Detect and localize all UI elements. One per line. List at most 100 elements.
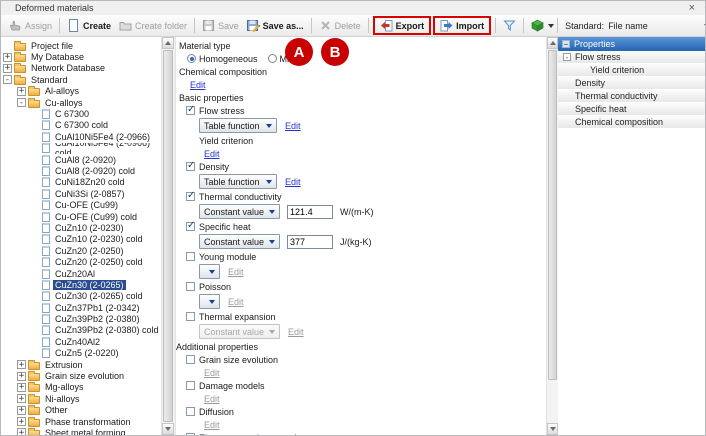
scroll-up-icon[interactable] bbox=[547, 37, 558, 49]
tree-item-project-file[interactable]: Project file bbox=[1, 40, 161, 51]
scroll-down-icon[interactable] bbox=[547, 423, 558, 435]
tree-item-cu-ofe-cu99-cold[interactable]: Cu-OFE (Cu99) cold bbox=[1, 211, 161, 222]
checkbox[interactable] bbox=[186, 222, 195, 231]
radio-homogeneous[interactable] bbox=[187, 54, 196, 63]
close-icon[interactable]: × bbox=[689, 2, 695, 14]
edit-link[interactable]: Edit bbox=[190, 80, 206, 90]
edit-link[interactable]: Edit bbox=[285, 177, 301, 187]
material-db-icon[interactable] bbox=[531, 19, 544, 32]
value-type-dropdown[interactable]: Constant value bbox=[199, 234, 280, 249]
value-type-dropdown[interactable] bbox=[199, 294, 220, 309]
property-row-specific-heat[interactable]: Specific heat bbox=[558, 103, 705, 116]
expand-icon[interactable]: + bbox=[17, 394, 26, 403]
tree-item-cual10ni5fe4-2-0966-cold[interactable]: CuAl10Ni5Fe4 (2-0966) cold bbox=[1, 143, 161, 154]
checkbox[interactable] bbox=[186, 162, 195, 171]
tree-item-cuzn5-2-0220-[interactable]: CuZn5 (2-0220) bbox=[1, 348, 161, 359]
tree-item-cuzn39pb2-2-0380-[interactable]: CuZn39Pb2 (2-0380) bbox=[1, 313, 161, 324]
checkbox[interactable] bbox=[186, 192, 195, 201]
checkbox[interactable] bbox=[186, 282, 195, 291]
tree-scrollbar-thumb[interactable] bbox=[163, 50, 173, 422]
tree-item-ni-alloys[interactable]: +Ni-alloys bbox=[1, 393, 161, 404]
tree-item-cuzn20-2-0250-cold[interactable]: CuZn20 (2-0250) cold bbox=[1, 256, 161, 267]
checkbox[interactable] bbox=[186, 252, 195, 261]
tree-item-mg-alloys[interactable]: +Mg-alloys bbox=[1, 382, 161, 393]
property-row-density[interactable]: Density bbox=[558, 77, 705, 90]
checkbox[interactable] bbox=[186, 106, 195, 115]
scroll-up-icon[interactable] bbox=[162, 37, 174, 49]
tree-item-other[interactable]: +Other bbox=[1, 405, 161, 416]
form-scrollbar-thumb[interactable] bbox=[548, 50, 557, 380]
edit-link[interactable]: Edit bbox=[285, 121, 301, 131]
checkbox[interactable] bbox=[186, 312, 195, 321]
tree-item-cu-alloys[interactable]: -Cu-alloys bbox=[1, 97, 161, 108]
value-type-dropdown[interactable] bbox=[199, 264, 220, 279]
tree-item-cuzn40al2[interactable]: CuZn40Al2 bbox=[1, 336, 161, 347]
value-type-dropdown[interactable]: Table function bbox=[199, 118, 277, 133]
tree-item-cual10ni5fe4-2-0966-[interactable]: CuAl10Ni5Fe4 (2-0966) bbox=[1, 131, 161, 142]
import-button[interactable]: Import bbox=[436, 18, 488, 33]
tree-item-network-database[interactable]: +Network Database bbox=[1, 63, 161, 74]
value-type-dropdown[interactable]: Table function bbox=[199, 174, 277, 189]
checkbox[interactable] bbox=[186, 433, 195, 435]
export-button[interactable]: Export bbox=[376, 18, 429, 33]
tree-item-cuzn30-2-0265-cold[interactable]: CuZn30 (2-0265) cold bbox=[1, 291, 161, 302]
tree-item-extrusion[interactable]: +Extrusion bbox=[1, 359, 161, 370]
expand-icon[interactable]: + bbox=[17, 406, 26, 415]
tree-item-cuzn10-2-0230-cold[interactable]: CuZn10 (2-0230) cold bbox=[1, 234, 161, 245]
tree-item-phase-transformation[interactable]: +Phase transformation bbox=[1, 416, 161, 427]
radio-mixture[interactable] bbox=[268, 54, 277, 63]
tree-item-standard[interactable]: -Standard bbox=[1, 74, 161, 85]
collapse-icon[interactable]: - bbox=[563, 53, 571, 61]
tree-item-c-67300[interactable]: C 67300 bbox=[1, 108, 161, 119]
form-scrollbar[interactable] bbox=[546, 37, 558, 435]
filter-icon[interactable] bbox=[503, 19, 516, 32]
collapse-icon[interactable]: - bbox=[3, 75, 12, 84]
property-row-flow-stress[interactable]: -Flow stress bbox=[558, 51, 705, 64]
edit-link: Edit bbox=[288, 327, 304, 337]
edit-link[interactable]: Edit bbox=[204, 149, 220, 159]
tree-item-my-database[interactable]: +My Database bbox=[1, 51, 161, 62]
standard-combobox[interactable]: Standard:File name bbox=[565, 21, 706, 31]
tree-item-cuzn10-2-0230-[interactable]: CuZn10 (2-0230) bbox=[1, 222, 161, 233]
tree-item-cu-ofe-cu99-[interactable]: Cu-OFE (Cu99) bbox=[1, 199, 161, 210]
tree-item-cuzn37pb1-2-0342-[interactable]: CuZn37Pb1 (2-0342) bbox=[1, 302, 161, 313]
expand-icon[interactable]: + bbox=[3, 64, 12, 73]
tree-item-c-67300-cold[interactable]: C 67300 cold bbox=[1, 120, 161, 131]
property-row-thermal-conductivity[interactable]: Thermal conductivity bbox=[558, 90, 705, 103]
tree-item-cual8-2-0920-[interactable]: CuAl8 (2-0920) bbox=[1, 154, 161, 165]
checkbox[interactable] bbox=[186, 407, 195, 416]
tree-item-cual8-2-0920-cold[interactable]: CuAl8 (2-0920) cold bbox=[1, 165, 161, 176]
expand-icon[interactable]: + bbox=[17, 417, 26, 426]
value-type-dropdown[interactable]: Constant value bbox=[199, 204, 280, 219]
tree-item-grain-size-evolution[interactable]: +Grain size evolution bbox=[1, 370, 161, 381]
collapse-icon[interactable]: − bbox=[562, 40, 570, 48]
expand-icon[interactable]: + bbox=[17, 383, 26, 392]
value-input[interactable] bbox=[287, 205, 333, 219]
expand-icon[interactable]: + bbox=[17, 360, 26, 369]
chevron-down-icon[interactable] bbox=[548, 24, 554, 28]
checkbox-row-electromagnetic-properties: Electromagnetic properties bbox=[176, 431, 546, 435]
checkbox[interactable] bbox=[186, 355, 195, 364]
expand-icon[interactable]: + bbox=[17, 372, 26, 381]
tree-item-sheet-metal-forming[interactable]: +Sheet metal forming bbox=[1, 427, 161, 435]
scroll-down-icon[interactable] bbox=[162, 423, 174, 435]
value-input[interactable] bbox=[287, 235, 333, 249]
tree-item-cuzn30-2-0265-[interactable]: CuZn30 (2-0265) bbox=[1, 279, 161, 290]
tree-item-cuzn20al[interactable]: CuZn20Al bbox=[1, 268, 161, 279]
tree-item-al-alloys[interactable]: +Al-alloys bbox=[1, 86, 161, 97]
expand-icon[interactable]: + bbox=[3, 53, 12, 62]
collapse-icon[interactable]: - bbox=[17, 98, 26, 107]
save-as-button[interactable]: Save as... bbox=[243, 18, 308, 33]
tree-scrollbar[interactable] bbox=[161, 37, 174, 435]
create-button[interactable]: Create bbox=[63, 18, 115, 33]
expand-icon[interactable]: + bbox=[17, 428, 26, 435]
tree-item-cuni3si-2-0857-[interactable]: CuNi3Si (2-0857) bbox=[1, 188, 161, 199]
property-row-chemical-composition[interactable]: Chemical composition bbox=[558, 116, 705, 129]
property-row-yield-criterion[interactable]: Yield criterion bbox=[558, 64, 705, 77]
tree-item-cuni18zn20-cold[interactable]: CuNi18Zn20 cold bbox=[1, 177, 161, 188]
properties-panel-header[interactable]: − Properties bbox=[558, 37, 705, 51]
expand-icon[interactable]: + bbox=[17, 87, 26, 96]
tree-item-cuzn39pb2-2-0380-cold[interactable]: CuZn39Pb2 (2-0380) cold bbox=[1, 325, 161, 336]
checkbox[interactable] bbox=[186, 381, 195, 390]
tree-item-cuzn20-2-0250-[interactable]: CuZn20 (2-0250) bbox=[1, 245, 161, 256]
